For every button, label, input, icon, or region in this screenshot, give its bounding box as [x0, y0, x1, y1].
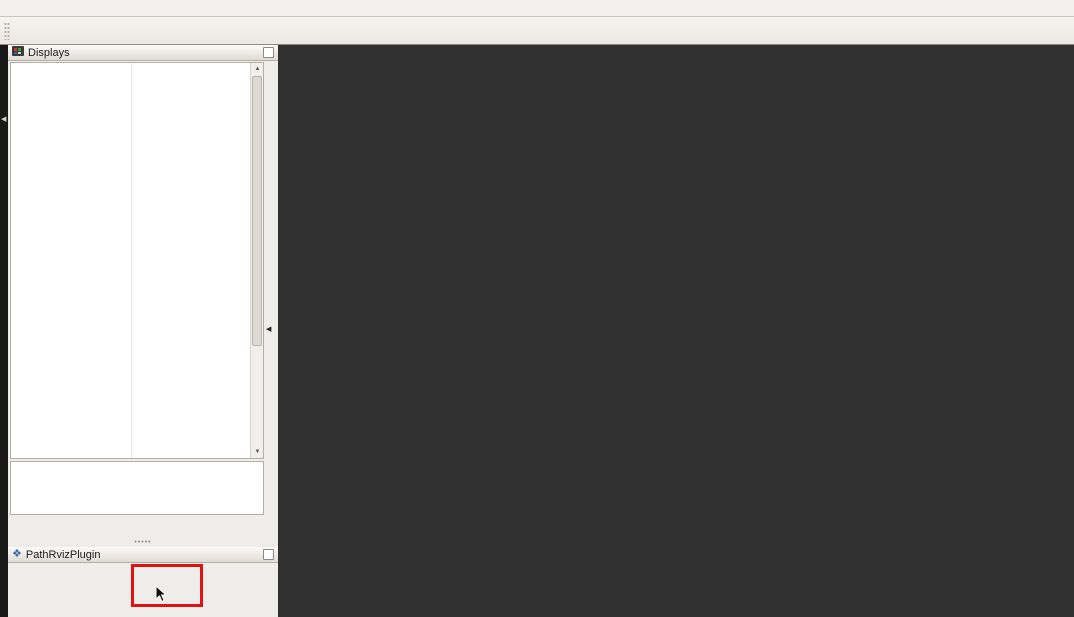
scroll-down-icon[interactable]: ▼	[251, 446, 263, 458]
menu-bar	[0, 0, 1074, 17]
panel-float-button[interactable]	[263, 47, 274, 58]
panel-float-button[interactable]	[263, 549, 274, 560]
3d-viewport[interactable]	[278, 45, 1074, 617]
toolbar-grip[interactable]	[4, 21, 10, 40]
plugin-icon: ❖	[12, 548, 22, 560]
tree-scrollbar[interactable]: ▲ ▼	[250, 63, 263, 458]
toolbar	[0, 17, 1074, 45]
scrollbar-thumb[interactable]	[252, 76, 262, 346]
displays-panel-header[interactable]: Displays	[8, 45, 278, 61]
left-panel: Displays ▲ ▼ ••••• ❖ PathRvizPlugin	[8, 45, 278, 617]
dock-collapse-icon[interactable]: ◀	[1, 115, 6, 123]
tree-column-separator	[131, 63, 132, 458]
viewport-splitter-collapse-icon[interactable]: ◀	[266, 325, 271, 333]
scroll-up-icon[interactable]: ▲	[251, 63, 263, 75]
path-plugin-header[interactable]: ❖ PathRvizPlugin	[8, 547, 278, 563]
displays-tree: ▲ ▼	[10, 62, 264, 459]
displays-panel-title: Displays	[28, 46, 70, 59]
display-description-area	[10, 461, 264, 515]
path-plugin-title: PathRvizPlugin	[25, 548, 101, 561]
left-dock-strip: ◀	[0, 45, 8, 617]
displays-icon	[12, 46, 24, 59]
panel-splitter-handle[interactable]: •••••	[8, 539, 278, 546]
